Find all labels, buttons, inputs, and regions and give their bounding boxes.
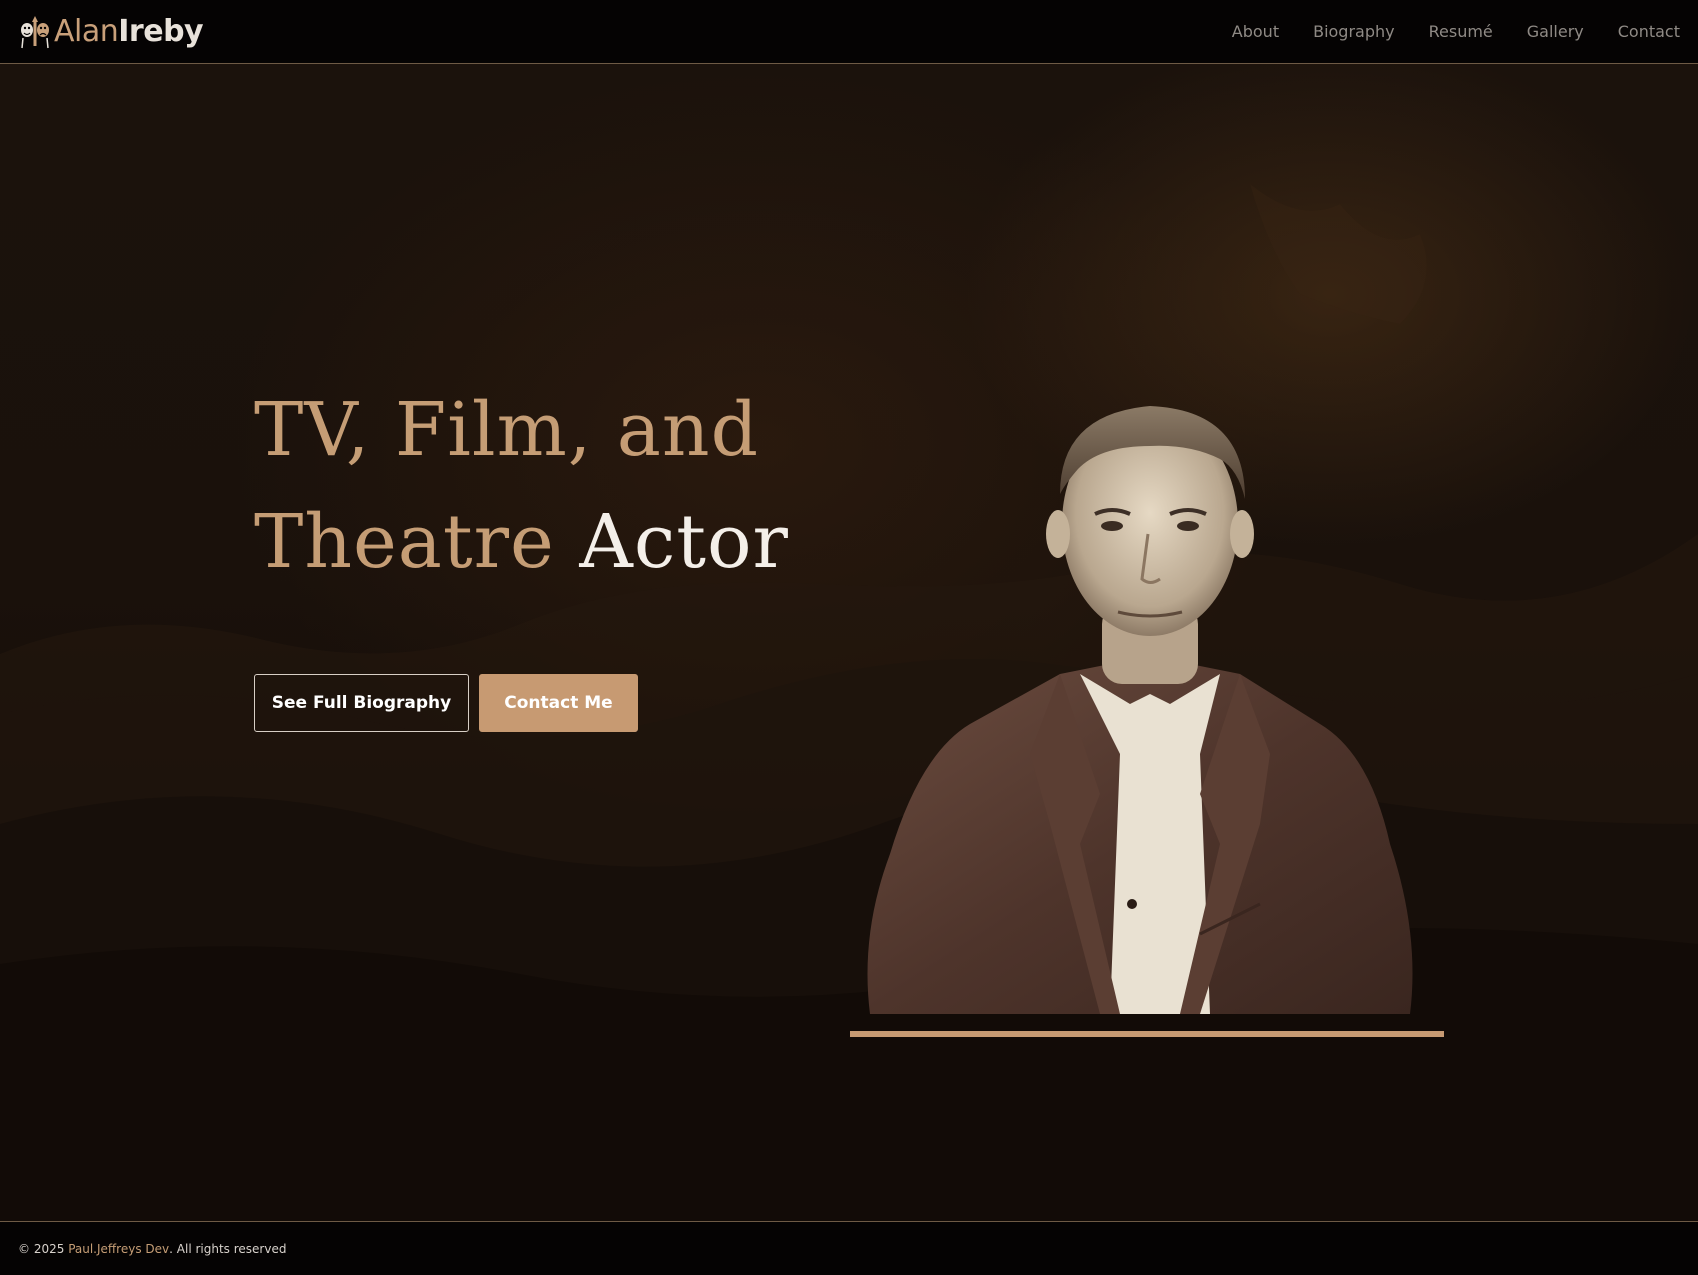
brand-first-name: Alan <box>54 13 119 49</box>
footer-author-link[interactable]: Paul.Jeffreys Dev <box>68 1242 169 1256</box>
headline-line-2-prefix: Theatre <box>254 499 555 585</box>
actor-portrait-photo <box>850 406 1444 1037</box>
nav-biography-link[interactable]: Biography <box>1296 0 1412 64</box>
page-footer: © 2025 Paul.Jeffreys Dev. All rights res… <box>0 1221 1698 1275</box>
headline-line-1: TV, Film, and <box>254 387 759 473</box>
main-nav: About Biography Resumé Gallery Contact <box>1215 0 1680 64</box>
theatre-masks-logo-icon <box>21 15 49 48</box>
hero-button-group: See Full Biography Contact Me <box>254 674 638 732</box>
nav-contact-link[interactable]: Contact <box>1601 0 1680 64</box>
nav-resume-link[interactable]: Resumé <box>1412 0 1510 64</box>
headline-accent-word: Actor <box>579 499 789 585</box>
see-full-biography-button[interactable]: See Full Biography <box>254 674 469 732</box>
top-navigation-bar: AlanIreby About Biography Resumé Gallery… <box>0 0 1698 64</box>
contact-me-button[interactable]: Contact Me <box>479 674 638 732</box>
hero-headline: TV, Film, and Theatre Actor <box>254 374 789 598</box>
brand-last-name: Ireby <box>118 13 204 49</box>
nav-about-link[interactable]: About <box>1215 0 1296 64</box>
footer-rights-text: . All rights reserved <box>169 1241 287 1256</box>
brand-logo-link[interactable]: AlanIreby <box>18 13 204 50</box>
footer-copyright: © 2025 <box>18 1241 65 1256</box>
brand-name: AlanIreby <box>54 13 204 49</box>
nav-gallery-link[interactable]: Gallery <box>1510 0 1601 64</box>
hero-section: TV, Film, and Theatre Actor See Full Bio… <box>0 64 1698 1221</box>
